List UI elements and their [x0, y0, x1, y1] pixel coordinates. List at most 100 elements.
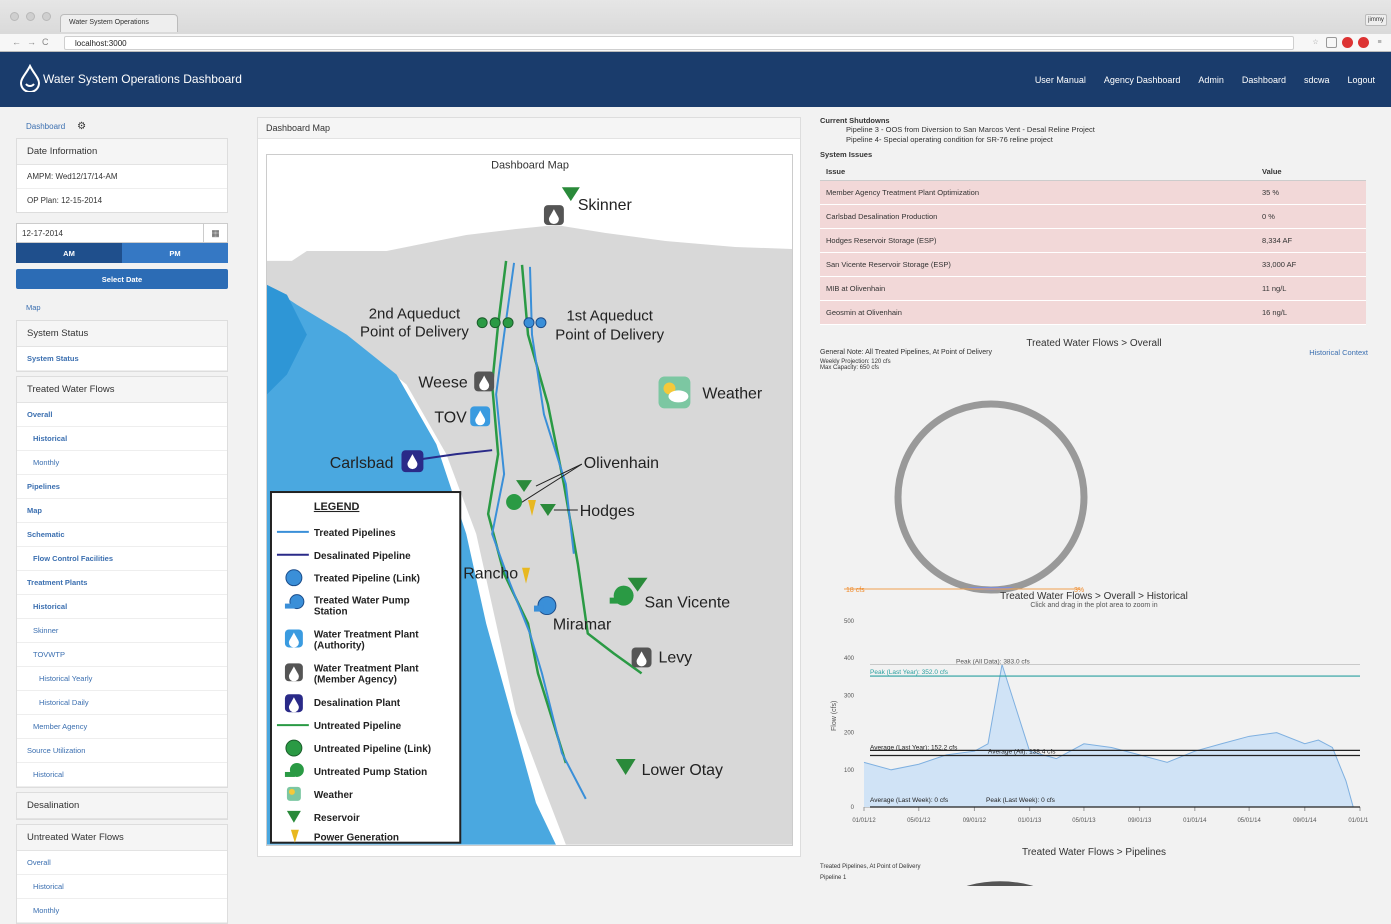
avg-all-annotation: Average (All): 138.4 cfs [988, 749, 1056, 756]
peak-all-annotation: Peak (All Data): 383.0 cfs [956, 659, 1030, 666]
dashboard-link[interactable]: Dashboard [26, 122, 65, 131]
treated-fcf-link[interactable]: Flow Control Facilities [17, 547, 227, 571]
treated-map-link[interactable]: Map [17, 499, 227, 523]
pm-button[interactable]: PM [122, 243, 228, 263]
legend-weather: Weather [314, 790, 353, 801]
issue-cell: MIB at Olivenhain [820, 276, 1256, 301]
url-bar[interactable]: localhost:3000 [64, 36, 1294, 50]
dashboard-map-panel: Dashboard Map Dashboard Map Skinner 2nd … [257, 117, 801, 857]
treated-plants-historical-link[interactable]: Historical [17, 595, 227, 619]
nav-user-manual[interactable]: User Manual [1035, 75, 1086, 85]
extension-icons[interactable]: ☆ ≡ [1310, 37, 1385, 48]
source-utilization-link[interactable]: Source Utilization [17, 739, 227, 763]
date-value[interactable]: 12-17-2014 [17, 224, 203, 242]
sidebar: Dashboard ⚙ Date Information AMPM: Wed12… [16, 117, 228, 924]
x-tick-label: 01/01/15 [1348, 818, 1368, 824]
y-tick-label: 400 [844, 656, 855, 662]
weather-icon[interactable] [658, 376, 691, 409]
minimize-dot[interactable] [26, 12, 35, 21]
am-button[interactable]: AM [16, 243, 122, 263]
map-panel-title: Dashboard Map [258, 118, 800, 139]
source-historical-link[interactable]: Historical [17, 763, 227, 787]
x-tick-label: 05/01/13 [1072, 818, 1096, 824]
legend-treated-pipelines: Treated Pipelines [314, 528, 396, 539]
sanvicente-label: San Vicente [645, 595, 731, 612]
historical-yearly-link[interactable]: Historical Yearly [17, 667, 227, 691]
legend-treated-pump: Treated Water Pump [314, 596, 410, 607]
nav-admin[interactable]: Admin [1198, 75, 1224, 85]
x-tick-label: 01/01/12 [852, 818, 876, 824]
treated-historical-link[interactable]: Historical [17, 427, 227, 451]
treated-monthly-link[interactable]: Monthly [17, 451, 227, 475]
untreated-monthly-link[interactable]: Monthly [17, 899, 227, 923]
issue-cell: Carlsbad Desalination Production [820, 204, 1256, 229]
issue-col-header: Issue [820, 163, 1256, 181]
aqueduct2-links[interactable] [476, 317, 514, 329]
nav-user[interactable]: sdcwa [1304, 75, 1330, 85]
nav-dashboard[interactable]: Dashboard [1242, 75, 1286, 85]
app-title[interactable]: Water System Operations Dashboard [43, 72, 242, 86]
record-icon[interactable] [1342, 37, 1353, 48]
system-status-link[interactable]: System Status [17, 347, 227, 371]
value-cell: 35 % [1256, 180, 1366, 205]
bookmark-icon[interactable]: ☆ [1310, 37, 1321, 48]
desal-header[interactable]: Desalination [17, 793, 227, 819]
aqueduct1-label-line1: 1st Aqueduct [567, 308, 654, 325]
carlsbad-marker[interactable] [401, 450, 424, 473]
adblock-icon[interactable] [1358, 37, 1369, 48]
menu-icon[interactable]: ≡ [1374, 37, 1385, 48]
select-date-button[interactable]: Select Date [16, 269, 228, 289]
map-link[interactable]: Map [16, 295, 228, 320]
historical-daily-link[interactable]: Historical Daily [17, 691, 227, 715]
nav-logout[interactable]: Logout [1347, 75, 1375, 85]
skinner-link[interactable]: Skinner [17, 619, 227, 643]
window-controls[interactable] [10, 12, 51, 21]
date-input[interactable]: 12-17-2014 ▦ [16, 223, 228, 243]
x-tick-label: 05/01/12 [907, 818, 931, 824]
weese-marker[interactable] [474, 371, 495, 392]
dashboard-map[interactable]: Dashboard Map Skinner 2nd Aqueduct Point… [266, 154, 793, 846]
value-cell: 11 ng/L [1256, 276, 1366, 301]
nav-agency-dashboard[interactable]: Agency Dashboard [1104, 75, 1181, 85]
treated-schematic-link[interactable]: Schematic [17, 523, 227, 547]
overall-chart-title: Treated Water Flows > Overall [1026, 338, 1162, 349]
overall-section: Treated Water Flows > Overall General No… [820, 338, 1368, 594]
cast-icon[interactable] [1326, 37, 1337, 48]
treated-overall-link[interactable]: Overall [17, 403, 227, 427]
y-tick-label: 100 [844, 768, 855, 774]
member-agency-link[interactable]: Member Agency [17, 715, 227, 739]
nav-buttons[interactable]: ←→C [12, 37, 55, 47]
tovwtp-link[interactable]: TOVWTP [17, 643, 227, 667]
legend-power: Power Generation [314, 833, 399, 844]
untreated-header: Untreated Water Flows [17, 825, 227, 851]
x-tick-label: 05/01/14 [1237, 818, 1261, 824]
issue-cell: Geosmin at Olivenhain [820, 300, 1256, 325]
historical-area-chart[interactable]: Flow (cfs) 0 100 200 300 400 500 01/01/12 05/01… [820, 611, 1368, 836]
date-info-panel: Date Information AMPM: Wed12/17/14-AM OP… [16, 138, 228, 213]
historical-context-link[interactable]: Historical Context [1309, 348, 1368, 357]
overall-gauge-chart[interactable]: 18 cfs 3% [820, 384, 1368, 594]
legend-title: LEGEND [314, 501, 360, 513]
browser-user-badge[interactable]: jimmy [1365, 14, 1387, 26]
legend-wtp-authority-2: (Authority) [314, 640, 365, 651]
y-axis-label: Flow (cfs) [831, 701, 838, 731]
ampm-text: AMPM: Wed12/17/14-AM [17, 165, 227, 189]
pipeline-gauge-top [966, 881, 1034, 886]
calendar-icon[interactable]: ▦ [203, 224, 227, 242]
untreated-overall-link[interactable]: Overall [17, 851, 227, 875]
zoom-dot[interactable] [42, 12, 51, 21]
close-dot[interactable] [10, 12, 19, 21]
shutdown-item: Pipeline 3 - OOS from Diversion to San M… [846, 125, 1095, 134]
browser-tab[interactable]: Water System Operations [60, 14, 178, 32]
legend-untreated-pipeline: Untreated Pipeline [314, 721, 402, 732]
table-row: San Vicente Reservoir Storage (ESP) 33,00… [820, 252, 1366, 277]
gear-icon[interactable]: ⚙ [77, 121, 86, 132]
table-row: Carlsbad Desalination Production 0 % [820, 204, 1366, 229]
treated-plants-link[interactable]: Treatment Plants [17, 571, 227, 595]
untreated-historical-link[interactable]: Historical [17, 875, 227, 899]
treated-header: Treated Water Flows [17, 377, 227, 403]
levy-marker[interactable] [631, 647, 652, 668]
issue-cell: Hodges Reservoir Storage (ESP) [820, 228, 1256, 253]
treated-pipelines-link[interactable]: Pipelines [17, 475, 227, 499]
tov-marker[interactable] [470, 406, 491, 427]
